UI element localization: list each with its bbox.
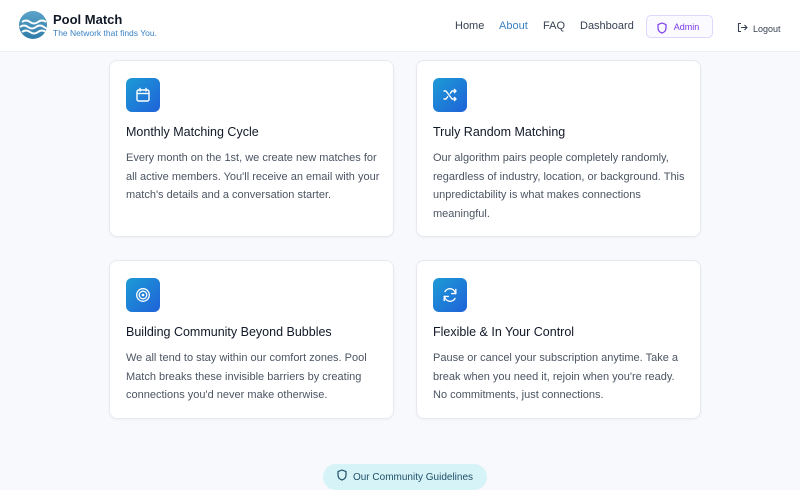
feature-card-flexible: Flexible & In Your Control Pause or canc… [416, 260, 701, 419]
feature-card-random-matching: Truly Random Matching Our algorithm pair… [416, 60, 701, 237]
nav-faq-link[interactable]: FAQ [543, 20, 565, 32]
feature-title: Flexible & In Your Control [433, 325, 575, 339]
feature-title: Building Community Beyond Bubbles [126, 325, 332, 339]
shield-icon [657, 21, 667, 39]
nav-home-link[interactable]: Home [455, 20, 484, 32]
logout-label: Logout [753, 24, 781, 34]
nav-dashboard-link[interactable]: Dashboard [580, 20, 634, 32]
nav-about-link[interactable]: About [499, 20, 528, 32]
target-icon [126, 278, 160, 312]
calendar-icon [126, 78, 160, 112]
feature-card-community: Building Community Beyond Bubbles We all… [109, 260, 394, 419]
refresh-icon [433, 278, 467, 312]
feature-description: Pause or cancel your subscription anytim… [433, 352, 678, 401]
shuffle-icon [433, 78, 467, 112]
feature-title: Truly Random Matching [433, 125, 566, 139]
logout-button[interactable]: Logout [737, 20, 781, 38]
feature-description: We all tend to stay within our comfort z… [126, 352, 367, 401]
logout-icon [737, 20, 748, 38]
feature-card-monthly-matching: Monthly Matching Cycle Every month on th… [109, 60, 394, 237]
community-guidelines-button[interactable]: Our Community Guidelines [323, 464, 487, 490]
community-guidelines-label: Our Community Guidelines [352, 471, 474, 483]
feature-description: Every month on the 1st, we create new ma… [126, 152, 380, 201]
shield-icon [337, 468, 347, 486]
top-navbar: Pool Match The Network that finds You. H… [0, 0, 800, 52]
admin-button-label: Admin [673, 21, 700, 32]
feature-description: Our algorithm pairs people completely ra… [433, 152, 685, 220]
admin-button[interactable]: Admin [646, 15, 713, 38]
feature-title: Monthly Matching Cycle [126, 125, 259, 139]
